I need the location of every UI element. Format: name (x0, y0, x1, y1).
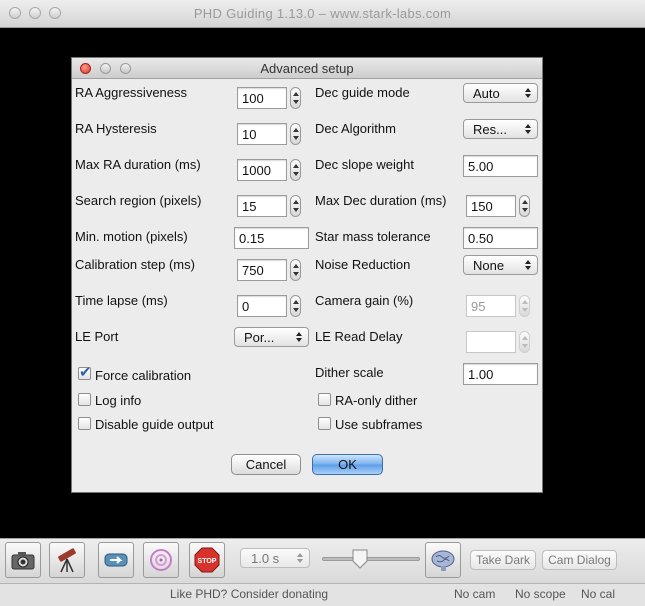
dialog-titlebar: Advanced setup (72, 58, 542, 79)
brain-settings-button[interactable] (425, 542, 461, 578)
window-titlebar: PHD Guiding 1.13.0 – www.stark-labs.com (0, 0, 645, 28)
ra-hysteresis-label: RA Hysteresis (75, 121, 157, 136)
chevron-updown-icon (296, 332, 303, 342)
use-subframes-checkbox[interactable] (318, 417, 331, 430)
ra-aggressiveness-input[interactable]: 100 (237, 87, 287, 109)
le-port-label: LE Port (75, 329, 119, 344)
log-info-checkbox[interactable] (78, 393, 91, 406)
use-subframes-label[interactable]: Use subframes (335, 417, 422, 432)
max-ra-duration-stepper[interactable] (290, 159, 301, 181)
chevron-updown-icon (525, 88, 532, 98)
time-lapse-label: Time lapse (ms) (75, 293, 168, 308)
stop-button[interactable]: STOP (189, 542, 225, 578)
le-read-delay-stepper (519, 331, 530, 353)
guide-button[interactable] (143, 542, 179, 578)
cancel-button[interactable]: Cancel (231, 454, 301, 475)
dec-guide-mode-select[interactable]: Auto (463, 83, 538, 103)
min-motion-label: Min. motion (pixels) (75, 229, 188, 244)
dither-scale-label: Dither scale (315, 365, 384, 380)
search-region-stepper[interactable] (290, 195, 301, 217)
star-mass-tolerance-label: Star mass tolerance (315, 229, 431, 244)
disable-guide-output-label[interactable]: Disable guide output (95, 417, 214, 432)
brain-icon (431, 550, 455, 571)
status-camera: No cam (454, 587, 496, 601)
exposure-duration-select[interactable]: 1.0 s (240, 548, 310, 568)
loop-exposure-button[interactable] (98, 542, 134, 578)
scope-connect-button[interactable] (49, 542, 85, 578)
max-ra-duration-label: Max RA duration (ms) (75, 157, 201, 172)
le-port-value: Por... (244, 330, 275, 345)
search-region-label: Search region (pixels) (75, 193, 202, 208)
log-info-label[interactable]: Log info (95, 393, 141, 408)
status-calibration: No cal (581, 587, 616, 601)
window-title: PHD Guiding 1.13.0 – www.stark-labs.com (193, 6, 452, 21)
time-lapse-input[interactable]: 0 (237, 295, 287, 317)
svg-text:STOP: STOP (198, 558, 217, 565)
ra-aggressiveness-label: RA Aggressiveness (75, 85, 188, 100)
calibration-step-stepper[interactable] (290, 259, 301, 281)
max-ra-duration-input[interactable]: 1000 (237, 159, 287, 181)
ok-button[interactable]: OK (312, 454, 383, 475)
ra-aggressiveness-stepper[interactable] (290, 87, 301, 109)
status-scope: No scope (515, 587, 566, 601)
chevron-updown-icon (525, 124, 532, 134)
chevron-updown-icon (297, 553, 304, 563)
telescope-icon (58, 548, 76, 573)
dec-algorithm-value: Res... (473, 122, 507, 137)
le-port-select[interactable]: Por... (234, 327, 309, 347)
star-mass-tolerance-input[interactable]: 0.50 (463, 227, 538, 249)
dec-slope-weight-label: Dec slope weight (315, 157, 414, 172)
status-bar: Like PHD? Consider donating No cam No sc… (0, 583, 645, 606)
force-calibration-checkbox[interactable]: ✔ (78, 364, 92, 381)
checkmark-icon: ✔ (79, 364, 92, 381)
ra-only-dither-checkbox[interactable] (318, 393, 331, 406)
time-lapse-stepper[interactable] (290, 295, 301, 317)
noise-reduction-value: None (473, 258, 505, 273)
dialog-title: Advanced setup (260, 61, 354, 76)
take-dark-button[interactable]: Take Dark (470, 550, 536, 570)
camera-gain-stepper (519, 295, 530, 317)
disable-guide-output-checkbox[interactable] (78, 417, 91, 430)
main-toolbar: STOP 1.0 s Take Dark Cam Dialog (0, 538, 645, 584)
dec-algorithm-label: Dec Algorithm (315, 121, 396, 136)
stop-icon: STOP (194, 547, 220, 573)
status-message: Like PHD? Consider donating (170, 587, 329, 601)
dec-algorithm-select[interactable]: Res... (463, 119, 538, 139)
calibration-step-input[interactable]: 750 (237, 259, 287, 281)
camera-connect-button[interactable] (5, 542, 41, 578)
camera-gain-label: Camera gain (%) (315, 293, 414, 308)
exposure-duration-value: 1.0 s (251, 551, 280, 566)
gamma-slider-track[interactable] (322, 557, 420, 561)
le-read-delay-input (466, 331, 516, 353)
le-read-delay-label: LE Read Delay (315, 329, 403, 344)
calibration-step-label: Calibration step (ms) (75, 257, 195, 272)
ra-hysteresis-stepper[interactable] (290, 123, 301, 145)
search-region-input[interactable]: 15 (237, 195, 287, 217)
noise-reduction-select[interactable]: None (463, 255, 538, 275)
dec-slope-weight-input[interactable]: 5.00 (463, 155, 538, 177)
chevron-updown-icon (525, 260, 532, 270)
camera-gain-input: 95 (466, 295, 516, 317)
ra-only-dither-label[interactable]: RA-only dither (335, 393, 417, 408)
dec-guide-mode-label: Dec guide mode (315, 85, 410, 100)
camera-icon (11, 552, 35, 570)
ra-hysteresis-input[interactable]: 10 (237, 123, 287, 145)
dither-scale-input[interactable]: 1.00 (463, 363, 538, 385)
max-dec-duration-input[interactable]: 150 (466, 195, 516, 217)
min-motion-input[interactable]: 0.15 (234, 227, 309, 249)
max-dec-duration-stepper[interactable] (519, 195, 530, 217)
gamma-slider-thumb[interactable] (351, 549, 369, 569)
target-icon (150, 549, 172, 571)
noise-reduction-label: Noise Reduction (315, 257, 411, 272)
advanced-setup-dialog: Advanced setup RA Aggressiveness 100 RA … (72, 58, 542, 492)
max-dec-duration-label: Max Dec duration (ms) (315, 193, 447, 208)
cam-dialog-button[interactable]: Cam Dialog (542, 550, 617, 570)
loop-icon (104, 553, 128, 567)
dec-guide-mode-value: Auto (473, 86, 500, 101)
force-calibration-label[interactable]: Force calibration (95, 368, 191, 383)
